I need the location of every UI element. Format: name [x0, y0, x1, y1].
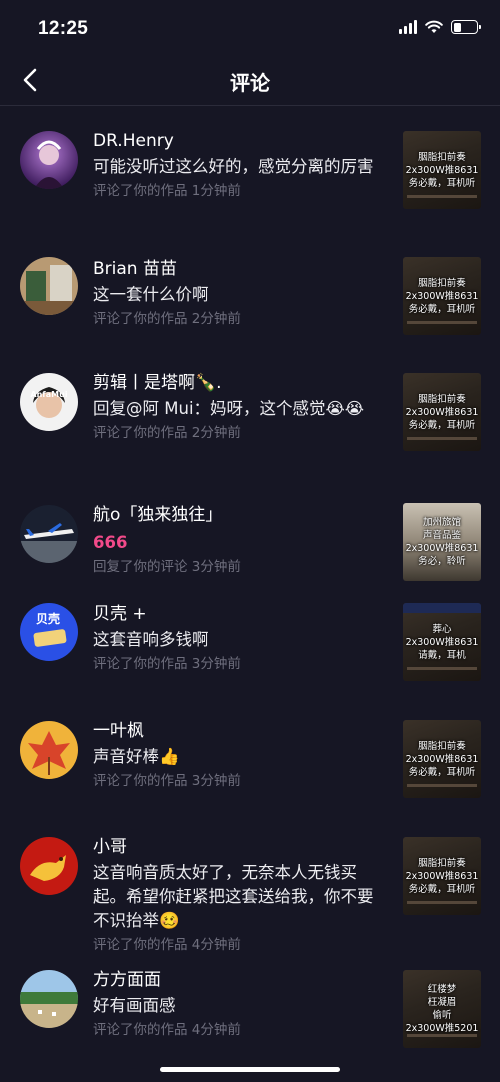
thumbnail-caption: 红楼梦 枉凝眉 偷听 2x300W推5201: [403, 970, 481, 1048]
thumbnail-caption-line: 请戴，耳机: [418, 649, 466, 661]
thumbnail-caption-line: 2x300W推8631: [405, 636, 479, 648]
comment-meta: 评论了你的作品 2分钟前: [93, 425, 241, 441]
comment-text: 666: [93, 533, 128, 552]
avatar[interactable]: [20, 257, 78, 315]
comment-text: 这音响音质太好了，无奈本人无钱买起。希望你赶紧把这套送给我，你不要不识抬举🥴: [93, 863, 374, 930]
comment-username[interactable]: 方方面面: [93, 968, 389, 992]
comment-text: 这套音响多钱啊: [93, 630, 209, 649]
comment-meta: 评论了你的作品 3分钟前: [93, 773, 241, 789]
comment-username[interactable]: 小哥: [93, 835, 389, 859]
comment-meta: 评论了你的作品 4分钟前: [93, 1022, 241, 1038]
video-thumbnail[interactable]: 胭脂扣前奏 2x300W推8631 务必戴，耳机听: [403, 131, 481, 209]
thumbnail-caption-line: 胭脂扣前奏: [418, 393, 466, 405]
video-thumbnail[interactable]: 胭脂扣前奏 2x300W推8631 务必戴，耳机听: [403, 837, 481, 915]
page-title: 评论: [230, 71, 270, 95]
avatar-brand-label: 贝壳: [36, 611, 60, 626]
thumbnail-caption-line: 2x300W推8631: [405, 290, 479, 302]
battery-icon: [451, 20, 481, 34]
status-bar: 12:25: [0, 0, 500, 56]
thumbnail-caption-line: 务必戴，耳机听: [408, 419, 476, 431]
comment-list[interactable]: DR.Henry 可能没听过这么好的，感觉分离的厉害 评论了你的作品 1分钟前 …: [0, 107, 500, 1073]
comment-username[interactable]: DR.Henry: [93, 129, 389, 153]
avatar[interactable]: AnfaMui: [20, 373, 78, 431]
comment-item[interactable]: 一叶枫 声音好棒👍 评论了你的作品 3分钟前 胭脂扣前奏 2x300W推8631…: [0, 704, 500, 821]
comment-text: 回复@阿 Mui：妈呀，这个感觉😭😭: [93, 399, 365, 418]
comment-text: 好有画面感: [93, 996, 176, 1015]
thumbnail-caption-line: 胭脂扣前奏: [418, 857, 466, 869]
thumbnail-caption-line: 2x300W推8631: [405, 543, 479, 554]
avatar[interactable]: [20, 837, 78, 895]
thumbnail-caption-line: 胭脂扣前奏: [418, 740, 466, 752]
wifi-icon: [425, 20, 443, 33]
avatar[interactable]: [20, 721, 78, 779]
comment-meta: 评论了你的作品 3分钟前: [93, 656, 241, 672]
thumbnail-caption-line: 红楼梦: [427, 984, 457, 995]
thumbnail-caption-line: 2x300W推8631: [405, 870, 479, 882]
thumbnail-caption-line: 2x300W推8631: [405, 164, 479, 176]
comment-username[interactable]: Brian 苗苗: [93, 257, 389, 281]
thumbnail-caption-line: 务必戴，耳机听: [408, 177, 476, 189]
thumbnail-caption-line: 2x300W推8631: [405, 753, 479, 765]
nav-bar: 评论: [0, 56, 500, 106]
thumbnail-caption-line: 务必戴，耳机听: [408, 766, 476, 778]
comment-item[interactable]: AnfaMui 剪辑丨是塔啊🍾. 回复@阿 Mui：妈呀，这个感觉😭😭 评论了你…: [0, 340, 500, 470]
thumbnail-caption-line: 2x300W推5201: [405, 1023, 479, 1034]
thumbnail-caption-line: 务必戴，耳机听: [408, 303, 476, 315]
home-indicator[interactable]: [160, 1067, 340, 1072]
avatar[interactable]: [20, 505, 78, 563]
status-icons: [399, 20, 481, 34]
comment-username[interactable]: 一叶枫: [93, 719, 389, 743]
thumbnail-caption: 加州旅馆 声音品鉴 2x300W推8631 务必，聆听: [403, 503, 481, 581]
comment-meta: 评论了你的作品 2分钟前: [93, 311, 241, 327]
thumbnail-caption-line: 务必，聆听: [418, 556, 466, 567]
comment-text: 声音好棒👍: [93, 747, 180, 766]
comment-username[interactable]: 贝壳 +: [93, 602, 389, 626]
avatar[interactable]: 贝壳: [20, 603, 78, 661]
thumbnail-caption: 葬心 2x300W推8631 请戴，耳机: [403, 603, 481, 681]
video-thumbnail[interactable]: 红楼梦 枉凝眉 偷听 2x300W推5201: [403, 970, 481, 1048]
thumbnail-caption: 胭脂扣前奏 2x300W推8631 务必戴，耳机听: [403, 373, 481, 451]
comment-item[interactable]: 贝壳 贝壳 + 这套音响多钱啊 评论了你的作品 3分钟前 葬心 2x300W推8…: [0, 587, 500, 704]
video-thumbnail[interactable]: 胭脂扣前奏 2x300W推8631 务必戴，耳机听: [403, 257, 481, 335]
video-thumbnail[interactable]: 胭脂扣前奏 2x300W推8631 务必戴，耳机听: [403, 373, 481, 451]
battery-level: [453, 22, 462, 32]
video-thumbnail[interactable]: 胭脂扣前奏 2x300W推8631 务必戴，耳机听: [403, 720, 481, 798]
thumbnail-caption-line: 声音品鉴: [422, 530, 461, 541]
comment-meta: 回复了你的评论 3分钟前: [93, 559, 241, 575]
comment-item[interactable]: 方方面面 好有画面感 评论了你的作品 4分钟前 红楼梦 枉凝眉 偷听 2x300…: [0, 963, 500, 1073]
thumbnail-caption: 胭脂扣前奏 2x300W推8631 务必戴，耳机听: [403, 837, 481, 915]
thumbnail-caption: 胭脂扣前奏 2x300W推8631 务必戴，耳机听: [403, 720, 481, 798]
thumbnail-caption: 胭脂扣前奏 2x300W推8631 务必戴，耳机听: [403, 257, 481, 335]
video-thumbnail[interactable]: 葬心 2x300W推8631 请戴，耳机: [403, 603, 481, 681]
comment-item[interactable]: DR.Henry 可能没听过这么好的，感觉分离的厉害 评论了你的作品 1分钟前 …: [0, 107, 500, 224]
thumbnail-caption-line: 加州旅馆: [422, 517, 461, 528]
thumbnail-caption-line: 务必戴，耳机听: [408, 883, 476, 895]
comment-username[interactable]: 剪辑丨是塔啊🍾.: [93, 371, 389, 395]
cellular-signal-icon: [399, 20, 417, 34]
comment-meta: 评论了你的作品 1分钟前: [93, 183, 241, 199]
avatar[interactable]: [20, 970, 78, 1028]
video-thumbnail[interactable]: 加州旅馆 声音品鉴 2x300W推8631 务必，聆听: [403, 503, 481, 581]
comment-meta: 评论了你的作品 4分钟前: [93, 937, 241, 953]
svg-text:AnfaMui: AnfaMui: [30, 390, 67, 399]
comment-item[interactable]: 小哥 这音响音质太好了，无奈本人无钱买起。希望你赶紧把这套送给我，你不要不识抬举…: [0, 821, 500, 963]
avatar[interactable]: [20, 131, 78, 189]
thumbnail-caption-line: 葬心: [432, 623, 452, 635]
thumbnail-caption-line: 2x300W推8631: [405, 406, 479, 418]
thumbnail-caption-line: 胭脂扣前奏: [418, 151, 466, 163]
comment-text: 这一套什么价啊: [93, 285, 209, 304]
comment-item[interactable]: 航o「独来独往」 666 回复了你的评论 3分钟前 加州旅馆 声音品鉴 2x30…: [0, 470, 500, 587]
status-time: 12:25: [38, 18, 89, 39]
thumbnail-caption: 胭脂扣前奏 2x300W推8631 务必戴，耳机听: [403, 131, 481, 209]
thumbnail-caption-line: 枉凝眉: [427, 997, 457, 1008]
comment-item[interactable]: Brian 苗苗 这一套什么价啊 评论了你的作品 2分钟前 胭脂扣前奏 2x30…: [0, 224, 500, 340]
comment-username[interactable]: 航o「独来独往」: [93, 503, 389, 527]
thumbnail-caption-line: 偷听: [432, 1010, 452, 1021]
comment-text: 可能没听过这么好的，感觉分离的厉害: [93, 157, 374, 176]
thumbnail-caption-line: 胭脂扣前奏: [418, 277, 466, 289]
